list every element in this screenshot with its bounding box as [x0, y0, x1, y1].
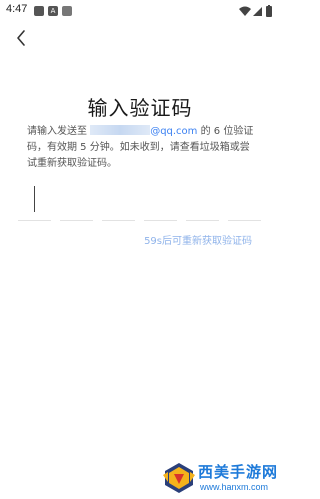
- status-indicators: [239, 5, 272, 17]
- code-box[interactable]: [186, 186, 219, 221]
- masked-email-local-part: [90, 125, 151, 135]
- code-box[interactable]: [102, 186, 135, 221]
- watermark: 西美手游网 www.hanxm.com: [162, 460, 280, 496]
- keyboard-icon: [62, 6, 72, 16]
- code-input-row[interactable]: [18, 186, 262, 221]
- description-text: 请输入发送至 @qq.com 的 6 位验证码，有效期 5 分钟。如未收到，请查…: [27, 124, 257, 172]
- a-notification-icon: A: [48, 6, 58, 16]
- code-box[interactable]: [228, 186, 261, 221]
- wifi-icon: [239, 6, 251, 16]
- back-button[interactable]: [10, 26, 34, 50]
- email-domain: @qq.com: [150, 126, 198, 137]
- desc-prefix: 请输入发送至: [27, 126, 91, 137]
- watermark-title: 西美手游网: [198, 463, 279, 481]
- code-box[interactable]: [60, 186, 93, 221]
- code-box[interactable]: [144, 186, 177, 221]
- status-time: 4:47: [6, 3, 28, 15]
- text-caret: [34, 186, 35, 212]
- verification-screen: 4:47 A 输入验证码 请输入发送至 @qq.com 的 6 位验证码，有效期…: [0, 0, 280, 499]
- watermark-url: www.hanxm.com: [200, 482, 269, 492]
- watermark-logo-icon: [163, 463, 195, 493]
- battery-icon: [266, 6, 272, 17]
- status-bar: 4:47 A: [0, 0, 280, 22]
- signal-icon: [253, 7, 262, 16]
- resend-countdown-link[interactable]: 59s后可重新获取验证码: [144, 232, 252, 247]
- back-chevron-icon: [17, 30, 25, 46]
- code-box[interactable]: [18, 186, 51, 221]
- page-title: 输入验证码: [87, 96, 193, 120]
- app-notification-icon: [34, 6, 44, 16]
